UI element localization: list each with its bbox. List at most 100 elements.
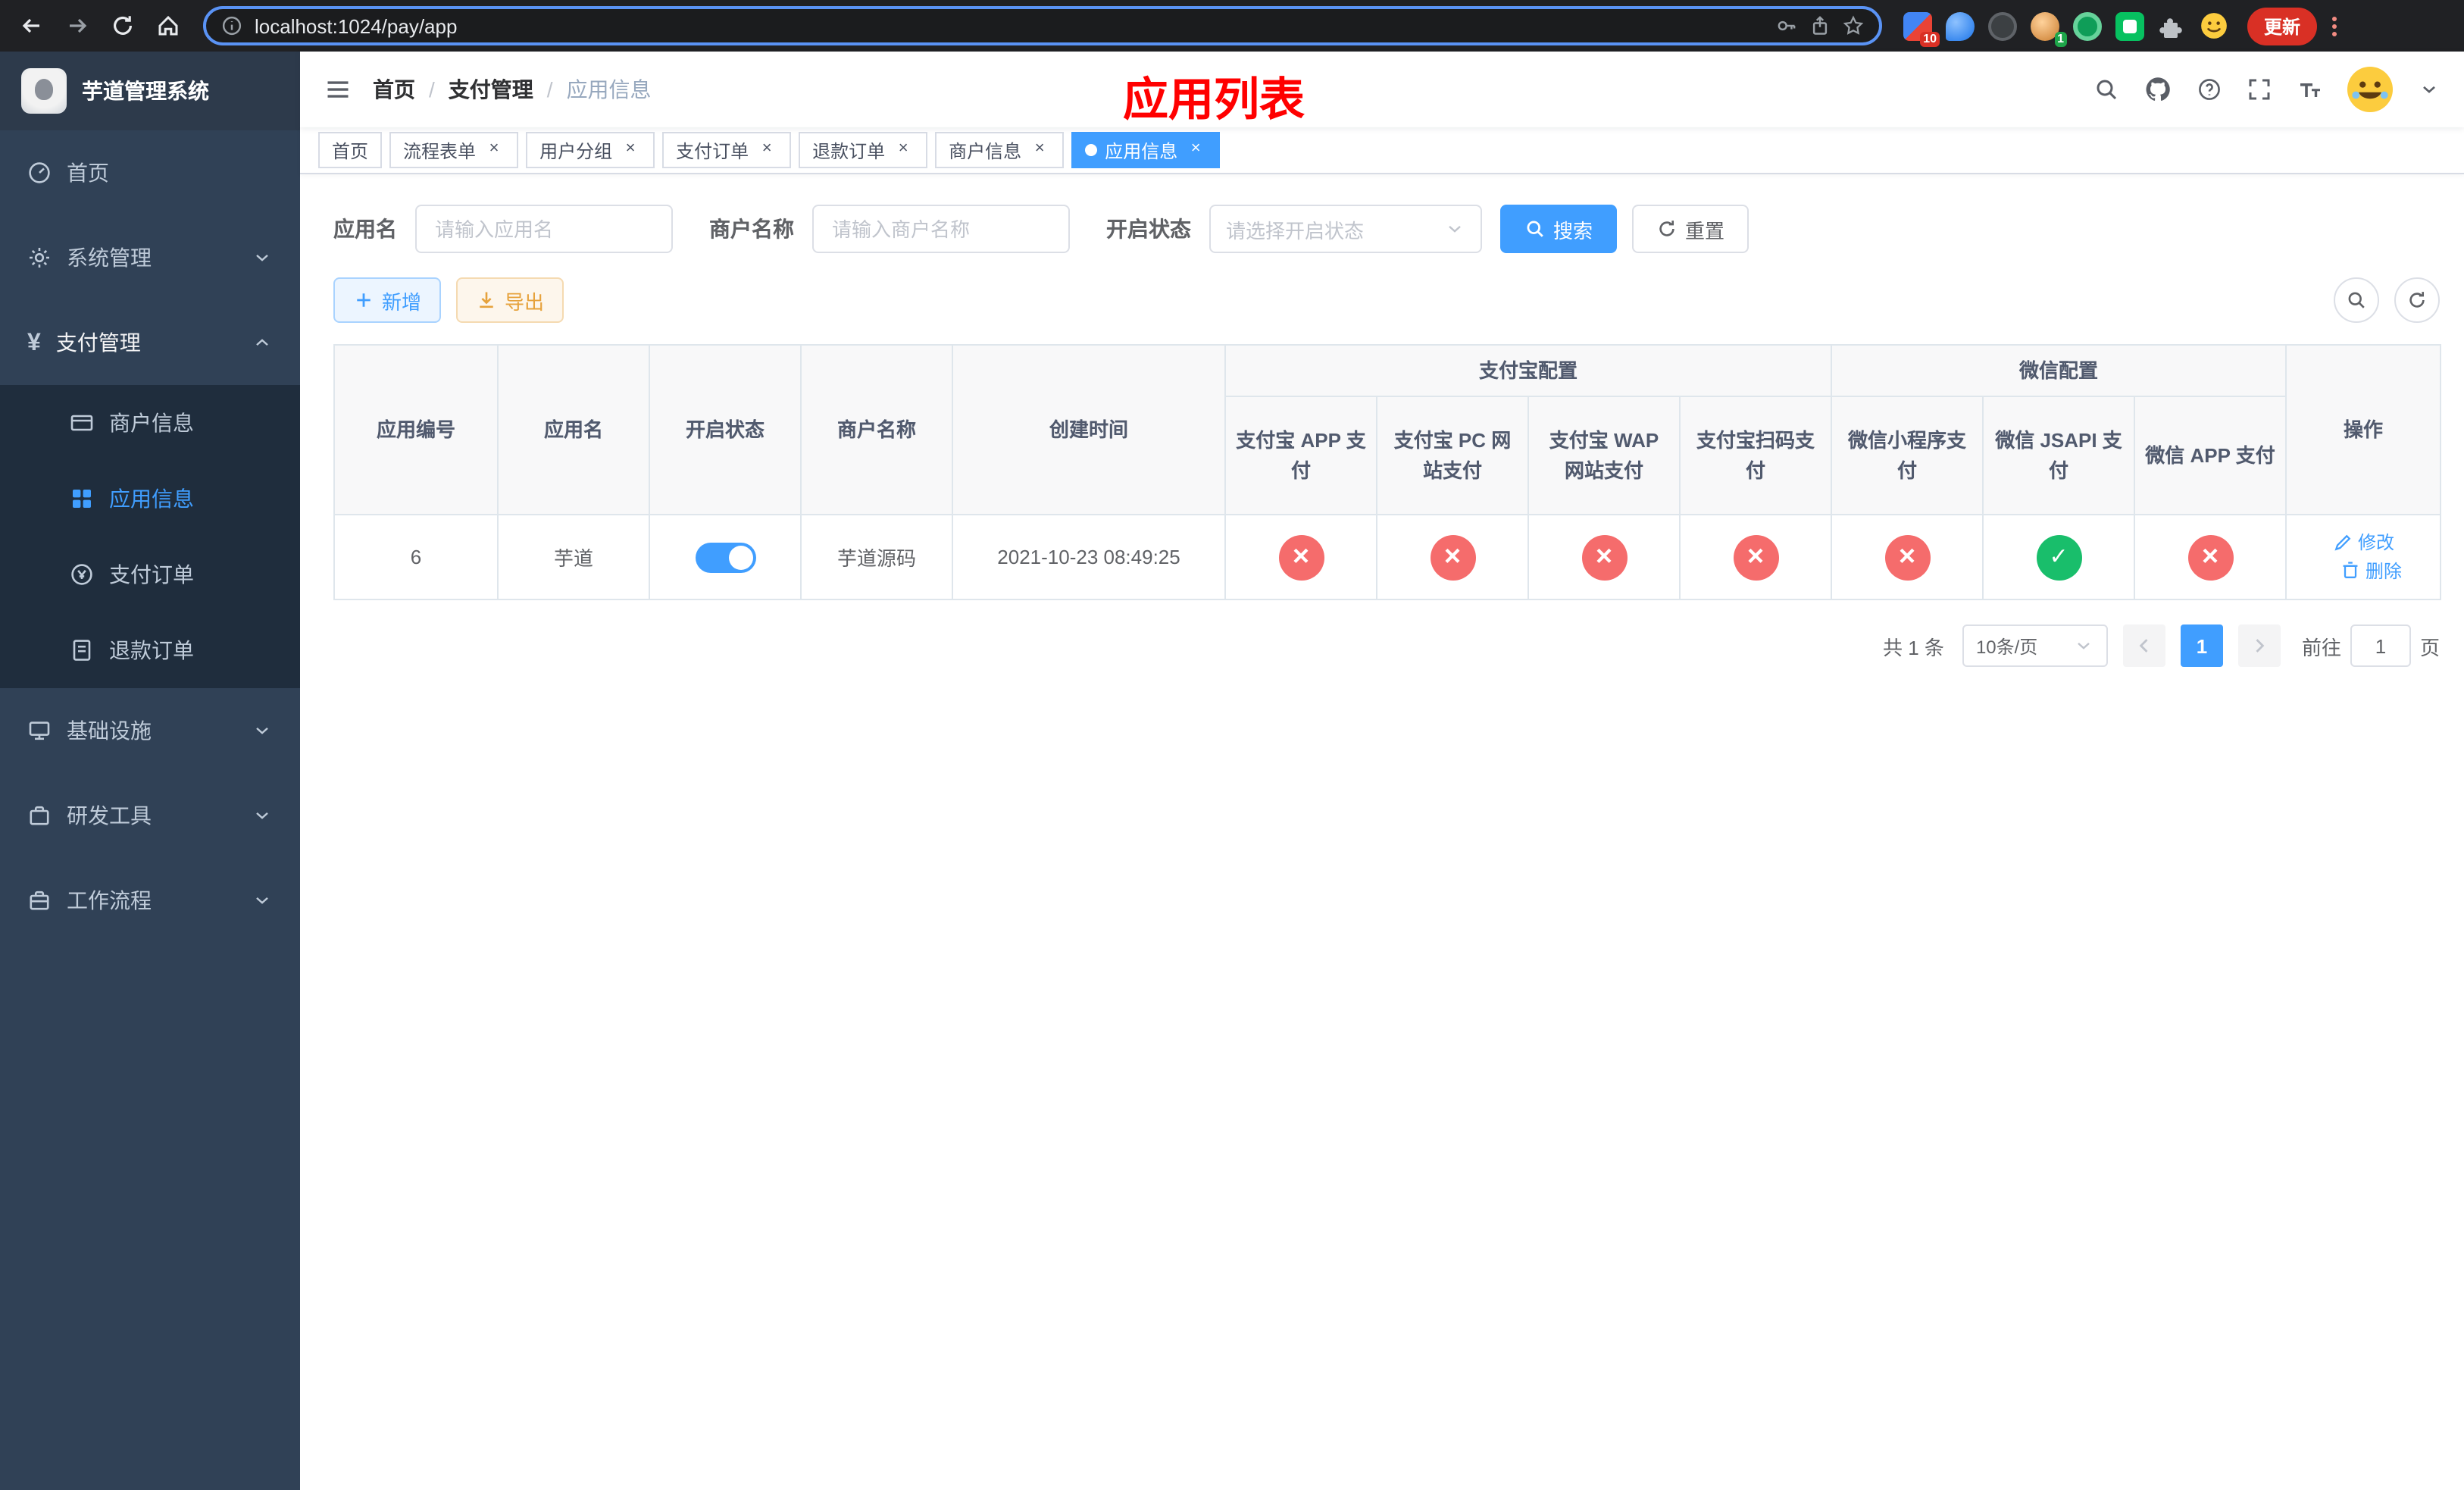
sidebar-item-home[interactable]: 首页 xyxy=(0,130,300,215)
github-icon[interactable] xyxy=(2144,76,2172,103)
chevron-down-icon xyxy=(1444,218,1465,239)
browser-forward-button[interactable] xyxy=(58,6,97,45)
extension-icon-drop[interactable] xyxy=(1946,11,1975,40)
close-icon[interactable]: × xyxy=(756,139,777,161)
address-bar[interactable]: localhost:1024/pay/app xyxy=(203,6,1882,45)
share-icon[interactable] xyxy=(1809,15,1831,36)
delete-link[interactable]: 删除 xyxy=(2340,557,2402,583)
tab-process-form[interactable]: 流程表单 × xyxy=(389,132,519,168)
search-button[interactable]: 搜索 xyxy=(1500,205,1618,253)
close-icon[interactable]: × xyxy=(483,139,505,161)
cell-create-time: 2021-10-23 08:49:25 xyxy=(952,514,1226,600)
font-size-icon[interactable] xyxy=(2297,77,2322,102)
col-merchant: 商户名称 xyxy=(800,344,953,515)
logo-avatar xyxy=(21,68,67,114)
url-text[interactable]: localhost:1024/pay/app xyxy=(255,14,1764,37)
export-button[interactable]: 导出 xyxy=(456,277,564,323)
success-icon xyxy=(2036,534,2082,580)
sidebar-item-refund-order[interactable]: 退款订单 xyxy=(0,612,300,688)
edit-link[interactable]: 修改 xyxy=(2332,529,2394,555)
refresh-table-button[interactable] xyxy=(2394,277,2440,323)
cell-app-name: 芋道 xyxy=(497,514,650,600)
breadcrumb-current: 应用信息 xyxy=(566,77,652,102)
cell-wx-jsapi xyxy=(1982,514,2136,600)
breadcrumb-home[interactable]: 首页 xyxy=(373,74,415,105)
browser-back-button[interactable] xyxy=(12,6,52,45)
next-page-button[interactable] xyxy=(2237,624,2281,667)
sidebar-logo[interactable]: 芋道管理系统 xyxy=(0,52,300,130)
extension-icon-chat[interactable] xyxy=(2115,11,2144,40)
browser-reload-button[interactable] xyxy=(103,6,142,45)
tab-user-group[interactable]: 用户分组 × xyxy=(526,132,655,168)
sidebar-item-system[interactable]: 系统管理 xyxy=(0,215,300,300)
fail-icon xyxy=(1884,534,1931,580)
tab-refund-order[interactable]: 退款订单 × xyxy=(799,132,928,168)
app-name-input[interactable] xyxy=(415,205,673,253)
sidebar-item-app-info[interactable]: 应用信息 xyxy=(0,461,300,537)
bookmark-star-icon[interactable] xyxy=(1843,15,1864,36)
cell-app-id: 6 xyxy=(333,514,499,600)
reset-button[interactable]: 重置 xyxy=(1632,205,1750,253)
password-key-icon[interactable] xyxy=(1776,15,1797,36)
chevron-down-icon xyxy=(252,247,273,268)
sidebar-item-payment[interactable]: ¥ 支付管理 xyxy=(0,300,300,385)
close-icon[interactable]: × xyxy=(893,139,914,161)
active-dot xyxy=(1085,144,1098,156)
tab-merchant-info[interactable]: 商户信息 × xyxy=(935,132,1065,168)
filter-bar: 应用名 商户名称 开启状态 请选择开启状态 搜索 重置 xyxy=(300,174,2464,253)
extension-icon-avatar[interactable]: 1 xyxy=(2031,11,2067,46)
merchant-name-input[interactable] xyxy=(812,205,1070,253)
add-button[interactable]: 新增 xyxy=(333,277,442,323)
cell-alipay-pc xyxy=(1376,514,1529,600)
search-icon[interactable] xyxy=(2094,77,2118,102)
navbar-actions xyxy=(2094,67,2440,112)
tab-app-info[interactable]: 应用信息 × xyxy=(1071,132,1221,168)
page-info-icon[interactable] xyxy=(221,15,242,36)
sidebar-item-infrastructure[interactable]: 基础设施 xyxy=(0,688,300,773)
fullscreen-icon[interactable] xyxy=(2247,77,2272,102)
extension-icon-green-circle[interactable] xyxy=(2073,11,2102,40)
close-icon[interactable]: × xyxy=(1185,139,1206,161)
page-size-select[interactable]: 10条/页 xyxy=(1962,624,2108,667)
goto-page-input[interactable] xyxy=(2350,624,2411,667)
extensions-puzzle-icon[interactable] xyxy=(2158,11,2187,40)
app-name-label: 应用名 xyxy=(333,217,397,241)
chevron-down-icon xyxy=(2073,635,2094,656)
breadcrumb: 首页 / 支付管理 / 应用信息 xyxy=(373,74,652,105)
breadcrumb-payment[interactable]: 支付管理 xyxy=(449,74,533,105)
user-menu-caret-icon[interactable] xyxy=(2419,79,2440,100)
dashboard-icon xyxy=(27,161,52,185)
sidebar-item-workflow[interactable]: 工作流程 xyxy=(0,858,300,943)
close-icon[interactable]: × xyxy=(1029,139,1050,161)
cell-alipay-qr xyxy=(1678,514,1833,600)
sidebar-menu: 首页 系统管理 ¥ 支付管理 商户信息 应用信息 支付订单 退款订单 基础设施 … xyxy=(0,130,300,1490)
tab-pay-order[interactable]: 支付订单 × xyxy=(662,132,792,168)
sidebar-item-label: 研发工具 xyxy=(67,803,152,828)
browser-home-button[interactable] xyxy=(149,6,188,45)
pay-order-icon xyxy=(70,562,94,587)
sidebar-item-merchant-info[interactable]: 商户信息 xyxy=(0,385,300,461)
extension-icon-emoji[interactable] xyxy=(2200,11,2229,40)
content-empty-area xyxy=(300,667,2464,1490)
total-count: 共 1 条 xyxy=(1883,636,1944,659)
sidebar-item-label: 退款订单 xyxy=(109,638,194,662)
sidebar-item-pay-order[interactable]: 支付订单 xyxy=(0,537,300,612)
pagination: 共 1 条 10条/页 1 前往 页 xyxy=(300,600,2464,667)
extension-icon-grid[interactable]: 10 xyxy=(1903,11,1940,46)
status-select[interactable]: 请选择开启状态 xyxy=(1209,205,1482,253)
extension-icon-dark[interactable] xyxy=(1988,11,2017,40)
sidebar-item-dev-tools[interactable]: 研发工具 xyxy=(0,773,300,858)
close-icon[interactable]: × xyxy=(620,139,641,161)
edit-link-label: 修改 xyxy=(2358,532,2395,553)
sidebar-collapse-icon[interactable] xyxy=(324,76,352,103)
status-toggle[interactable] xyxy=(695,542,755,572)
chevron-down-icon xyxy=(252,805,273,826)
help-icon[interactable] xyxy=(2197,77,2222,102)
browser-menu-icon[interactable] xyxy=(2332,16,2337,36)
page-number-button[interactable]: 1 xyxy=(2180,624,2223,667)
browser-update-button[interactable]: 更新 xyxy=(2247,7,2318,45)
prev-page-button[interactable] xyxy=(2122,624,2165,667)
toggle-search-button[interactable] xyxy=(2334,277,2379,323)
tab-home[interactable]: 首页 xyxy=(318,132,383,168)
user-avatar[interactable] xyxy=(2347,67,2393,112)
